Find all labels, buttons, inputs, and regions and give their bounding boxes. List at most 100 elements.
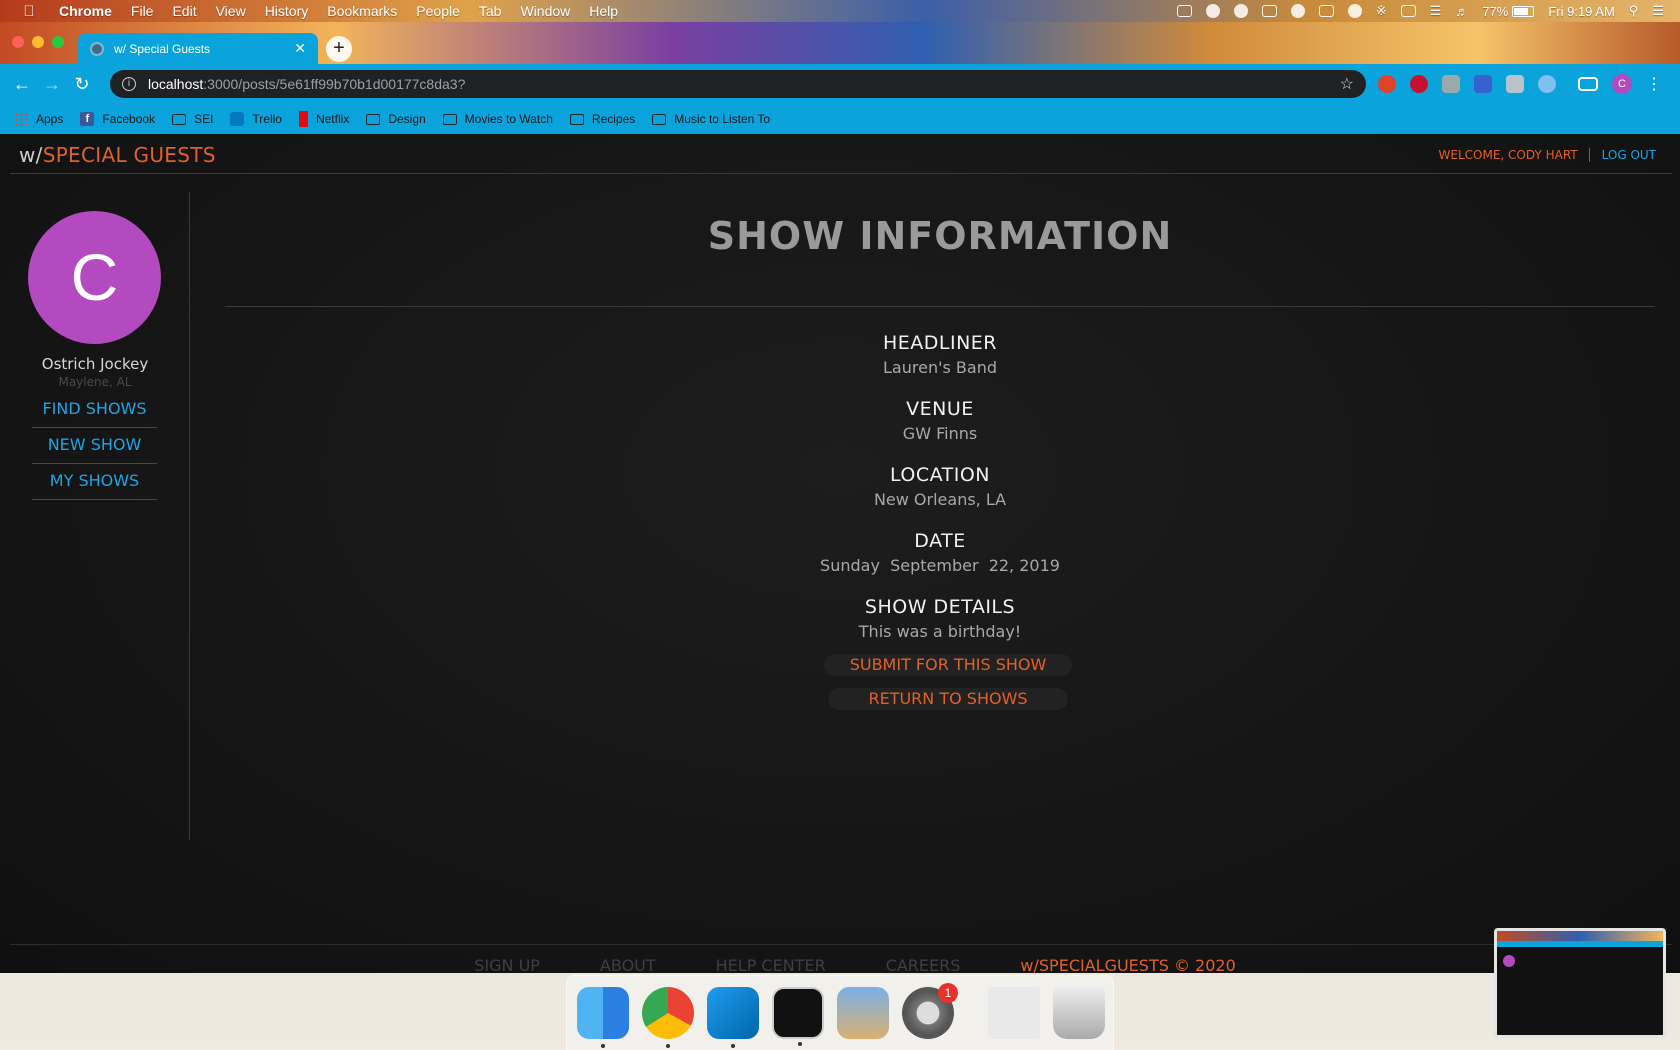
menu-bar-status-area: ※ ☰ ♬ 77% Fri 9:19 AM ⚲ ☰ — [1176, 3, 1680, 19]
fullscreen-window-button[interactable] — [52, 36, 64, 48]
profile-avatar[interactable]: C — [1612, 74, 1632, 94]
show-details-field: SHOW DETAILS This was a birthday! — [225, 596, 1655, 662]
bookmark-facebook[interactable]: f Facebook — [80, 112, 155, 126]
battery-icon — [1512, 5, 1535, 17]
dropbox-icon[interactable] — [1261, 5, 1277, 17]
tab-special-guests[interactable]: w/ Special Guests ✕ — [78, 33, 318, 64]
extension-icon[interactable] — [1442, 75, 1460, 93]
footer-sign-up-link[interactable]: SIGN UP — [474, 956, 540, 973]
menu-history[interactable]: History — [265, 3, 309, 19]
welcome-user[interactable]: WELCOME, CODY HART — [1439, 148, 1590, 162]
cast-icon[interactable] — [1578, 77, 1598, 91]
submit-for-show-button[interactable]: SUBMIT FOR THIS SHOW — [824, 654, 1072, 676]
footer-careers-link[interactable]: CAREERS — [886, 956, 961, 973]
bookmark-sei[interactable]: SEI — [172, 112, 213, 126]
minimize-window-button[interactable] — [32, 36, 44, 48]
running-indicator — [798, 1041, 802, 1046]
thumbnail-tabstrip — [1497, 931, 1663, 941]
field-value: Sunday September 22, 2019 — [820, 556, 1060, 575]
forward-arrow-icon[interactable]: → — [40, 72, 64, 96]
apple-menu-icon[interactable]:  — [18, 0, 40, 22]
terminal-icon[interactable] — [772, 986, 824, 1046]
close-window-button[interactable] — [12, 36, 24, 48]
glasses-icon[interactable] — [1176, 5, 1192, 17]
music-file-icon[interactable] — [988, 986, 1040, 1039]
title-divider — [225, 306, 1655, 307]
reload-icon[interactable]: ↻ — [70, 72, 94, 96]
site-header: w/SPECIAL GUESTS WELCOME, CODY HART LOG … — [10, 134, 1672, 174]
menu-app-chrome[interactable]: Chrome — [59, 3, 112, 19]
footer-help-center-link[interactable]: HELP CENTER — [716, 956, 826, 973]
bookmark-music-to-listen-to[interactable]: Music to Listen To — [652, 112, 770, 126]
airplay-icon[interactable] — [1318, 5, 1334, 17]
bookmark-label: Design — [388, 112, 426, 126]
bluetooth-icon[interactable]: ※ — [1376, 3, 1387, 19]
bookmark-trello[interactable]: Trello — [230, 112, 282, 126]
bookmark-recipes[interactable]: Recipes — [569, 112, 636, 126]
show-details: HEADLINER Lauren's Band VENUE GW Finns L… — [225, 332, 1655, 662]
back-arrow-icon[interactable]: ← — [10, 72, 34, 96]
chrome-menu-icon[interactable]: ⋮ — [1646, 74, 1662, 94]
sidebar-item-new-show[interactable]: NEW SHOW — [32, 428, 157, 464]
footer-about-link[interactable]: ABOUT — [600, 956, 656, 973]
menu-people[interactable]: People — [416, 3, 460, 19]
headliner-field: HEADLINER Lauren's Band — [225, 332, 1655, 398]
system-preferences-icon[interactable]: 1 — [902, 982, 958, 1039]
preview-icon[interactable] — [837, 986, 889, 1039]
folder-icon — [366, 113, 381, 125]
menu-view[interactable]: View — [216, 3, 246, 19]
chrome-icon[interactable] — [642, 986, 694, 1048]
trash-icon[interactable] — [1053, 986, 1105, 1039]
sidebar-item-my-shows[interactable]: MY SHOWS — [32, 464, 157, 500]
menu-help[interactable]: Help — [589, 3, 618, 19]
bookmark-movies-to-watch[interactable]: Movies to Watch — [442, 112, 553, 126]
bookmark-design[interactable]: Design — [366, 112, 426, 126]
adblock-plus-extension-icon[interactable] — [1410, 75, 1428, 93]
site-info-icon[interactable]: i — [122, 77, 136, 91]
battery-indicator[interactable]: 77% — [1482, 4, 1535, 19]
clock[interactable]: Fri 9:19 AM — [1548, 4, 1614, 19]
address-bar[interactable]: i localhost :3000/posts/5e61ff99b70b1d00… — [110, 70, 1366, 98]
bookmark-label: Recipes — [591, 112, 636, 126]
extension-icon-2[interactable] — [1474, 75, 1492, 93]
menu-tab[interactable]: Tab — [479, 3, 502, 19]
running-indicator — [731, 1043, 735, 1048]
menu-bookmarks[interactable]: Bookmarks — [327, 3, 397, 19]
creative-cloud-icon[interactable] — [1205, 4, 1220, 18]
field-value: New Orleans, LA — [873, 490, 1007, 509]
new-tab-button[interactable]: + — [326, 36, 352, 62]
menu-window[interactable]: Window — [520, 3, 570, 19]
logout-link[interactable]: LOG OUT — [1590, 148, 1656, 162]
menu-edit[interactable]: Edit — [172, 3, 196, 19]
field-label: SHOW DETAILS — [864, 596, 1016, 618]
volume-icon[interactable]: ♬ — [1455, 4, 1468, 19]
extension-icon-3[interactable] — [1506, 75, 1524, 93]
notification-center-icon[interactable]: ☰ — [1652, 3, 1664, 19]
bookmark-star-icon[interactable]: ☆ — [1340, 74, 1354, 94]
keyboard-icon[interactable] — [1400, 5, 1416, 17]
spotlight-search-icon[interactable]: ⚲ — [1629, 3, 1639, 19]
extension-icon-4[interactable] — [1538, 75, 1556, 93]
dollar-icon[interactable] — [1233, 4, 1248, 18]
avatar[interactable]: C — [28, 211, 161, 344]
return-to-shows-button[interactable]: RETURN TO SHOWS — [828, 688, 1068, 710]
field-value: GW Finns — [902, 424, 978, 443]
site-logo[interactable]: w/SPECIAL GUESTS — [19, 143, 216, 167]
time-machine-icon[interactable] — [1347, 4, 1362, 18]
bookmark-apps[interactable]: Apps — [14, 112, 63, 126]
menu-file[interactable]: File — [131, 3, 154, 19]
finder-icon[interactable] — [577, 986, 629, 1048]
folder-icon — [442, 113, 457, 125]
wifi-icon[interactable]: ☰ — [1430, 3, 1442, 19]
bookmarks-bar: Apps f Facebook SEI Trello Netflix Design… — [0, 104, 1680, 134]
vscode-icon[interactable] — [707, 986, 759, 1048]
circle-status-icon[interactable] — [1290, 4, 1305, 18]
stumbleupon-extension-icon[interactable] — [1378, 75, 1396, 93]
window-thumbnail-preview[interactable] — [1494, 928, 1666, 1038]
sidebar-item-find-shows[interactable]: FIND SHOWS — [32, 392, 157, 428]
bookmark-netflix[interactable]: Netflix — [298, 111, 349, 127]
close-tab-icon[interactable]: ✕ — [294, 40, 306, 57]
tab-title: w/ Special Guests — [114, 41, 211, 56]
apps-grid-icon — [14, 112, 28, 126]
tab-strip: w/ Special Guests ✕ + — [0, 22, 1680, 64]
